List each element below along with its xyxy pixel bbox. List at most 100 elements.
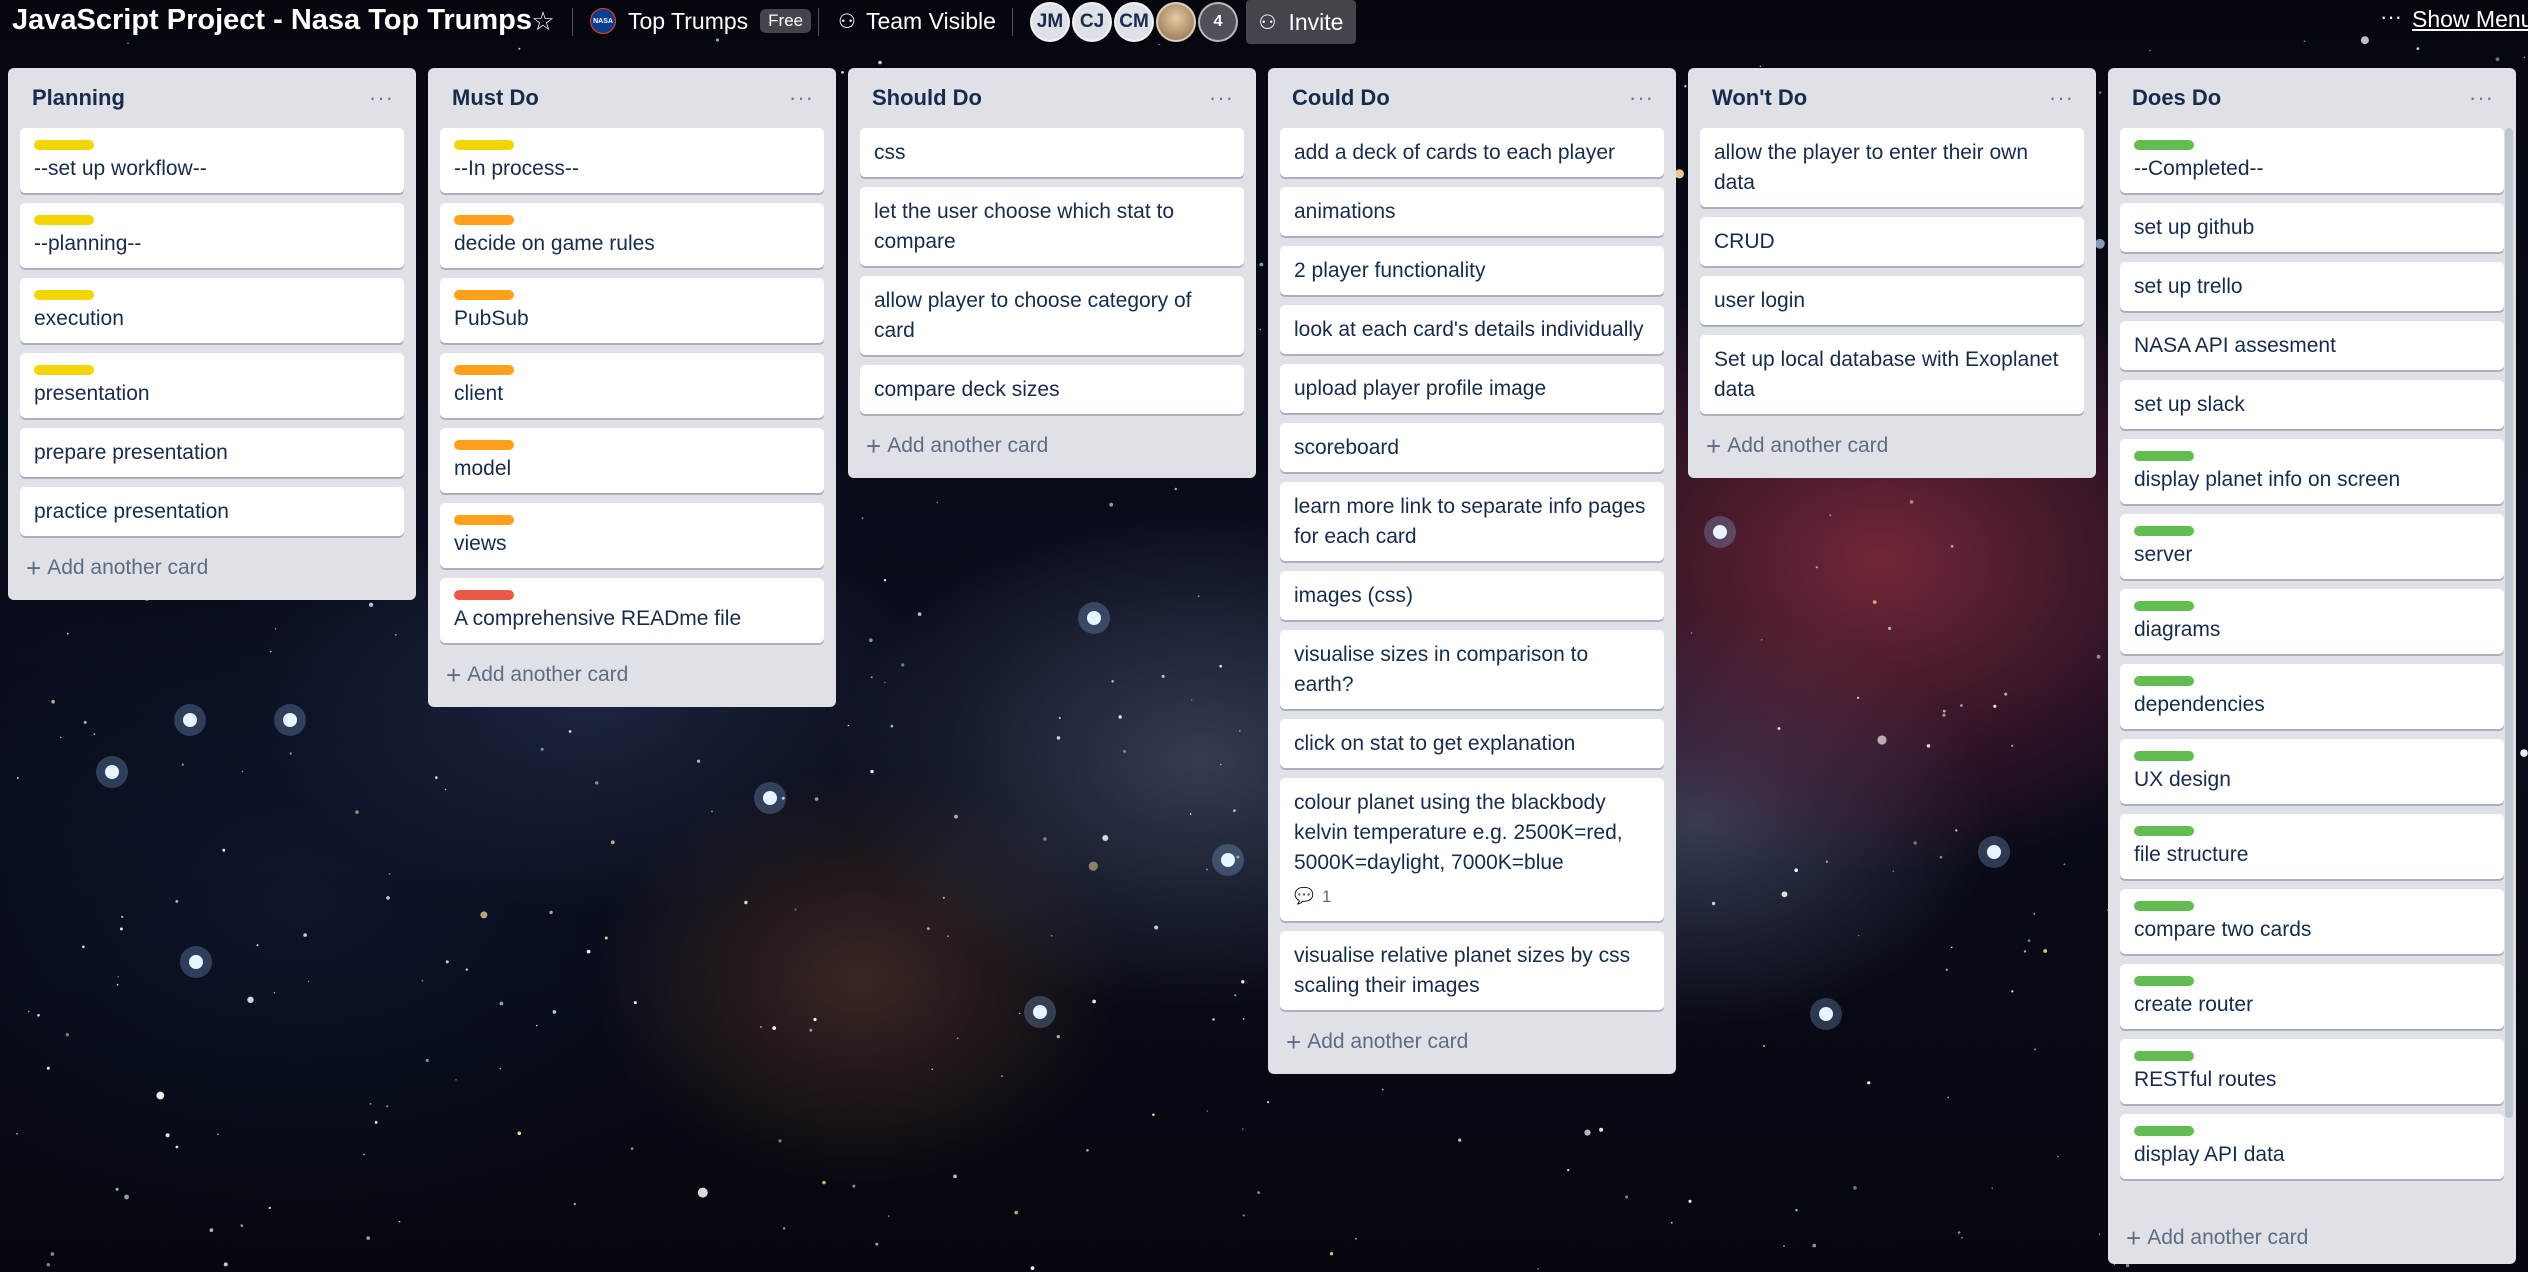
card[interactable]: views bbox=[440, 503, 824, 568]
list-header[interactable]: Could Do ··· bbox=[1280, 68, 1664, 128]
card[interactable]: upload player profile image bbox=[1280, 364, 1664, 413]
card-label-green[interactable] bbox=[2134, 826, 2194, 836]
list-menu-icon[interactable]: ··· bbox=[369, 85, 394, 111]
add-card-button[interactable]: + Add another card bbox=[860, 424, 1244, 468]
card-label-yellow[interactable] bbox=[34, 290, 94, 300]
card-label-green[interactable] bbox=[2134, 140, 2194, 150]
card-title: allow player to choose category of card bbox=[874, 289, 1192, 342]
card[interactable]: CRUD bbox=[1700, 217, 2084, 266]
card-area: --set up workflow-- --planning-- execution… bbox=[20, 128, 404, 536]
card[interactable]: PubSub bbox=[440, 278, 824, 343]
card[interactable]: visualise relative planet sizes by css s… bbox=[1280, 931, 1664, 1010]
list-title[interactable]: Must Do bbox=[452, 85, 539, 111]
card-label-red[interactable] bbox=[454, 590, 514, 600]
card[interactable]: decide on game rules bbox=[440, 203, 824, 268]
card[interactable]: --Completed-- bbox=[2120, 128, 2504, 193]
card[interactable]: prepare presentation bbox=[20, 428, 404, 477]
card[interactable]: click on stat to get explanation bbox=[1280, 719, 1664, 768]
card[interactable]: set up slack bbox=[2120, 380, 2504, 429]
card[interactable]: model bbox=[440, 428, 824, 493]
list-header[interactable]: Must Do ··· bbox=[440, 68, 824, 128]
card-label-yellow[interactable] bbox=[34, 140, 94, 150]
card-label-green[interactable] bbox=[2134, 901, 2194, 911]
card[interactable]: --In process-- bbox=[440, 128, 824, 193]
card[interactable]: 2 player functionality bbox=[1280, 246, 1664, 295]
card[interactable]: A comprehensive READme file bbox=[440, 578, 824, 643]
card-label-orange[interactable] bbox=[454, 290, 514, 300]
card[interactable]: client bbox=[440, 353, 824, 418]
card[interactable]: learn more link to separate info pages f… bbox=[1280, 482, 1664, 561]
card[interactable]: file structure bbox=[2120, 814, 2504, 879]
add-card-button[interactable]: + Add another card bbox=[20, 546, 404, 590]
card[interactable]: --set up workflow-- bbox=[20, 128, 404, 193]
card-label-orange[interactable] bbox=[454, 365, 514, 375]
card-label-green[interactable] bbox=[2134, 1126, 2194, 1136]
list-title[interactable]: Should Do bbox=[872, 85, 982, 111]
card[interactable]: presentation bbox=[20, 353, 404, 418]
add-card-button[interactable]: + Add another card bbox=[2120, 1216, 2504, 1260]
card-label-green[interactable] bbox=[2134, 676, 2194, 686]
card[interactable]: Set up local database with Exoplanet dat… bbox=[1700, 335, 2084, 414]
list-menu-icon[interactable]: ··· bbox=[2049, 85, 2074, 111]
card[interactable]: css bbox=[860, 128, 1244, 177]
card[interactable]: RESTful routes bbox=[2120, 1039, 2504, 1104]
card[interactable]: UX design bbox=[2120, 739, 2504, 804]
card[interactable]: dependencies bbox=[2120, 664, 2504, 729]
card[interactable]: look at each card's details individually bbox=[1280, 305, 1664, 354]
card-label-green[interactable] bbox=[2134, 451, 2194, 461]
list-title[interactable]: Won't Do bbox=[1712, 85, 1807, 111]
list-header[interactable]: Does Do ··· bbox=[2120, 68, 2504, 128]
card-title: css bbox=[874, 141, 906, 164]
card[interactable]: --planning-- bbox=[20, 203, 404, 268]
card-label-orange[interactable] bbox=[454, 515, 514, 525]
card-label-green[interactable] bbox=[2134, 526, 2194, 536]
card[interactable]: set up github bbox=[2120, 203, 2504, 252]
card[interactable]: colour planet using the blackbody kelvin… bbox=[1280, 778, 1664, 921]
card-label-green[interactable] bbox=[2134, 751, 2194, 761]
card[interactable]: visualise sizes in comparison to earth? bbox=[1280, 630, 1664, 709]
card-label-green[interactable] bbox=[2134, 976, 2194, 986]
card[interactable]: allow player to choose category of card bbox=[860, 276, 1244, 355]
list-title[interactable]: Could Do bbox=[1292, 85, 1390, 111]
card[interactable]: set up trello bbox=[2120, 262, 2504, 311]
list-header[interactable]: Planning ··· bbox=[20, 68, 404, 128]
list-header[interactable]: Should Do ··· bbox=[860, 68, 1244, 128]
card[interactable]: NASA API assesment bbox=[2120, 321, 2504, 370]
card-label-orange[interactable] bbox=[454, 440, 514, 450]
card-label-yellow[interactable] bbox=[34, 215, 94, 225]
card[interactable]: display planet info on screen bbox=[2120, 439, 2504, 504]
card-label-yellow[interactable] bbox=[34, 365, 94, 375]
list-menu-icon[interactable]: ··· bbox=[1629, 85, 1654, 111]
board-canvas: Planning ··· --set up workflow-- --planni… bbox=[0, 0, 2528, 1272]
card[interactable]: create router bbox=[2120, 964, 2504, 1029]
card[interactable]: allow the player to enter their own data bbox=[1700, 128, 2084, 207]
card[interactable]: practice presentation bbox=[20, 487, 404, 536]
card[interactable]: animations bbox=[1280, 187, 1664, 236]
card[interactable]: server bbox=[2120, 514, 2504, 579]
list-menu-icon[interactable]: ··· bbox=[789, 85, 814, 111]
card[interactable]: images (css) bbox=[1280, 571, 1664, 620]
card[interactable]: compare two cards bbox=[2120, 889, 2504, 954]
card[interactable]: display API data bbox=[2120, 1114, 2504, 1179]
card-label-green[interactable] bbox=[2134, 601, 2194, 611]
list-scrollbar[interactable] bbox=[2505, 128, 2513, 1118]
card-label-green[interactable] bbox=[2134, 1051, 2194, 1061]
add-card-button[interactable]: + Add another card bbox=[440, 653, 824, 697]
card-area: add a deck of cards to each player animat… bbox=[1280, 128, 1664, 1010]
list-menu-icon[interactable]: ··· bbox=[1209, 85, 1234, 111]
add-card-button[interactable]: + Add another card bbox=[1700, 424, 2084, 468]
list-title[interactable]: Planning bbox=[32, 85, 125, 111]
card[interactable]: add a deck of cards to each player bbox=[1280, 128, 1664, 177]
list-menu-icon[interactable]: ··· bbox=[2469, 85, 2494, 111]
card[interactable]: user login bbox=[1700, 276, 2084, 325]
card[interactable]: diagrams bbox=[2120, 589, 2504, 654]
list-title[interactable]: Does Do bbox=[2132, 85, 2221, 111]
list-header[interactable]: Won't Do ··· bbox=[1700, 68, 2084, 128]
card-label-yellow[interactable] bbox=[454, 140, 514, 150]
add-card-button[interactable]: + Add another card bbox=[1280, 1020, 1664, 1064]
card[interactable]: compare deck sizes bbox=[860, 365, 1244, 414]
card[interactable]: execution bbox=[20, 278, 404, 343]
card-label-orange[interactable] bbox=[454, 215, 514, 225]
card[interactable]: let the user choose which stat to compar… bbox=[860, 187, 1244, 266]
card[interactable]: scoreboard bbox=[1280, 423, 1664, 472]
